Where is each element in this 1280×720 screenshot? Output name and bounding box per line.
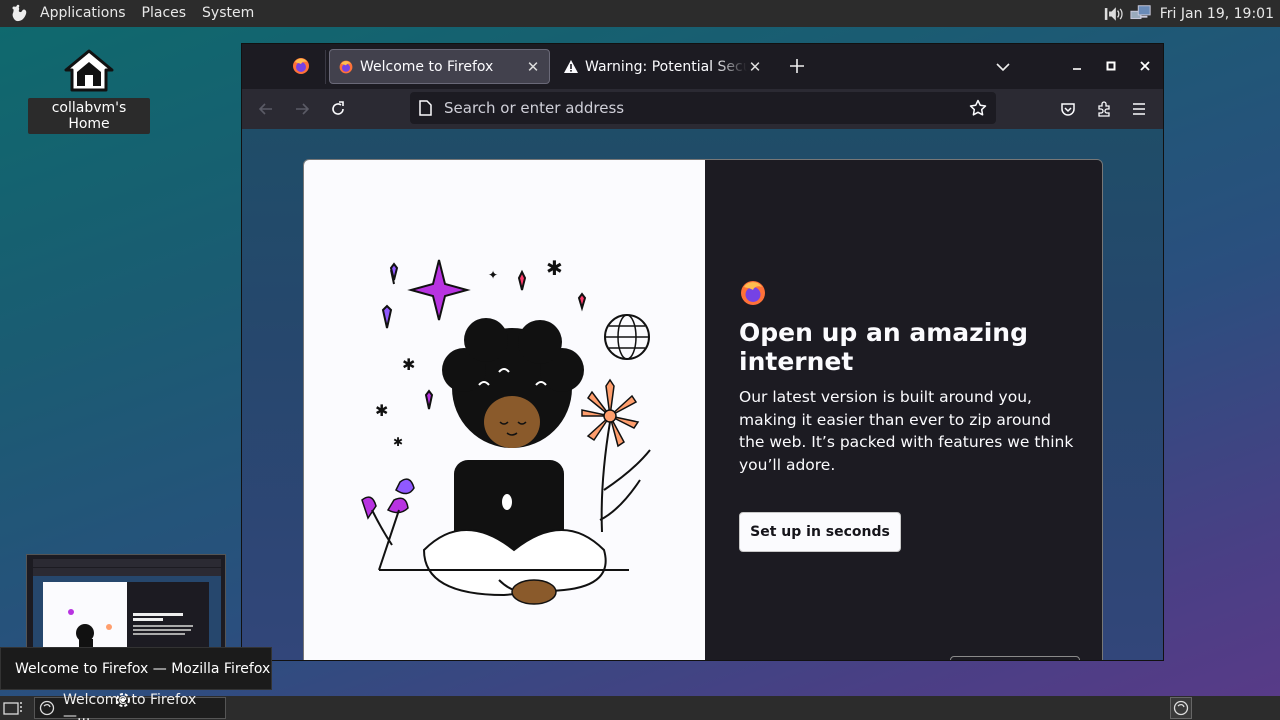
new-tab-button[interactable] <box>785 54 809 78</box>
tab-warning[interactable]: Warning: Potential Security Risk Ahead ✕ <box>555 49 771 84</box>
pocket-icon <box>1061 103 1075 116</box>
main-menu-bar: Applications Places System <box>0 0 262 27</box>
maximize-button[interactable] <box>1099 54 1123 78</box>
close-tab-icon[interactable]: ✕ <box>525 58 541 76</box>
show-desktop-icon[interactable] <box>2 698 24 718</box>
speaker-icon[interactable] <box>1104 4 1126 24</box>
reload-button[interactable] <box>326 97 350 121</box>
puzzle-icon <box>1098 101 1110 117</box>
minimize-button[interactable] <box>1065 54 1089 78</box>
page-icon <box>418 100 434 116</box>
system-menu[interactable]: System <box>194 0 262 27</box>
workspace-switcher-icon[interactable] <box>1170 697 1192 719</box>
list-all-tabs-button[interactable] <box>992 56 1014 78</box>
desktop-home-icon[interactable]: collabvm's Home <box>28 48 150 134</box>
reload-icon <box>332 101 344 115</box>
tab-bar: Welcome to Firefox ✕ Warning: Potential … <box>242 44 1163 89</box>
minimize-icon <box>1073 68 1081 70</box>
places-menu[interactable]: Places <box>134 0 195 27</box>
tab-title: Warning: Potential Security Risk Ahead <box>585 58 747 75</box>
mouse-cursor-icon <box>113 690 133 710</box>
person-with-laptop-illustration: ✱ ✱ ✱ ✱ ✦ <box>361 256 651 605</box>
bookmark-star-icon[interactable] <box>968 98 988 118</box>
navigation-toolbar: Search or enter address <box>242 89 1163 129</box>
page-content: ✱ ✱ ✱ ✱ ✦ Open up an amazing internet Ou… <box>242 129 1163 660</box>
setup-button[interactable]: Set up in seconds <box>739 512 901 552</box>
gnome-foot-icon[interactable] <box>8 3 30 25</box>
maximize-icon <box>1106 61 1116 71</box>
firefox-icon <box>338 59 354 75</box>
top-panel: Applications Places System Fri Jan 19, 1… <box>0 0 1280 27</box>
firefox-task-icon <box>39 700 55 716</box>
firefox-window: Welcome to Firefox ✕ Warning: Potential … <box>241 43 1164 661</box>
back-arrow-icon <box>258 103 272 115</box>
welcome-illustration-panel: ✱ ✱ ✱ ✱ ✦ <box>304 160 705 660</box>
close-window-button[interactable] <box>1133 54 1157 78</box>
url-bar[interactable]: Search or enter address <box>410 92 996 124</box>
tab-separator <box>325 50 326 84</box>
network-icon[interactable] <box>1130 4 1152 24</box>
close-icon <box>1140 61 1150 71</box>
home-folder-icon <box>63 48 115 96</box>
chevron-down-icon <box>996 63 1010 72</box>
tab-welcome[interactable]: Welcome to Firefox ✕ <box>329 49 550 84</box>
thumbnail-image <box>27 555 225 653</box>
svg-text:✱: ✱ <box>546 256 563 280</box>
welcome-text-panel: Open up an amazing internet Our latest v… <box>705 160 1102 660</box>
app-menu-button[interactable] <box>1127 97 1151 121</box>
close-tab-icon[interactable]: ✕ <box>747 58 763 76</box>
tab-title: Welcome to Firefox <box>360 58 494 75</box>
welcome-title: Open up an amazing internet <box>739 318 1028 376</box>
pocket-button[interactable] <box>1056 97 1080 121</box>
window-title-tooltip: Welcome to Firefox — Mozilla Firefox <box>0 647 272 690</box>
svg-text:✱: ✱ <box>393 435 403 449</box>
svg-text:✱: ✱ <box>402 355 415 374</box>
secondary-button-partial[interactable] <box>950 656 1080 660</box>
svg-text:✦: ✦ <box>488 268 498 282</box>
extensions-button[interactable] <box>1092 97 1116 121</box>
welcome-description: Our latest version is built around you, … <box>739 388 1074 474</box>
desktop-home-label: collabvm's Home <box>28 98 150 134</box>
window-thumbnail-preview[interactable] <box>26 554 226 654</box>
back-button[interactable] <box>254 97 278 121</box>
svg-text:✱: ✱ <box>375 401 388 420</box>
firefox-logo-icon <box>739 279 767 307</box>
applications-menu[interactable]: Applications <box>32 0 134 27</box>
taskbar-task-label: Welcome to Firefox —... <box>63 692 197 720</box>
warning-icon <box>563 59 579 75</box>
url-input[interactable]: Search or enter address <box>444 99 968 117</box>
top-panel-tray: Fri Jan 19, 19:01 <box>1104 0 1274 27</box>
firefox-view-icon[interactable] <box>291 56 311 76</box>
forward-button[interactable] <box>290 97 314 121</box>
hamburger-icon <box>1133 103 1145 115</box>
bottom-panel: Welcome to Firefox —... <box>0 692 1280 720</box>
clock[interactable]: Fri Jan 19, 19:01 <box>1160 6 1274 22</box>
plus-icon <box>790 59 804 73</box>
welcome-card: ✱ ✱ ✱ ✱ ✦ Open up an amazing internet Ou… <box>303 159 1103 660</box>
forward-arrow-icon <box>296 103 310 115</box>
